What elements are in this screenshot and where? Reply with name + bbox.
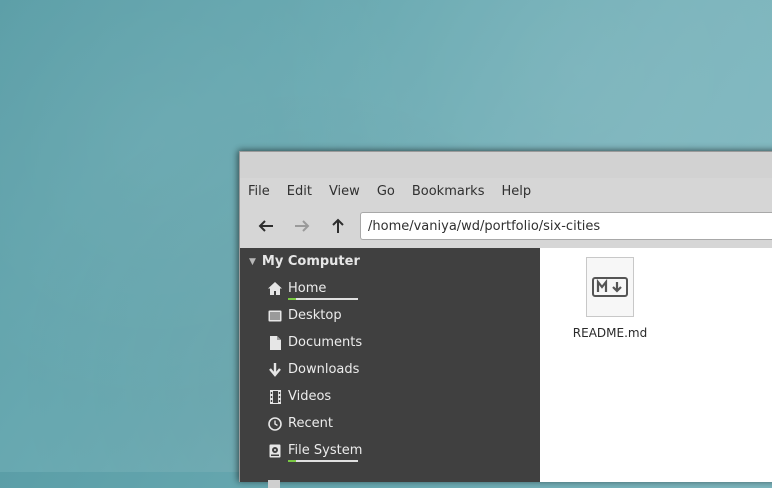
- sidebar-item-label: Recent: [288, 416, 333, 431]
- menu-go[interactable]: Go: [377, 184, 395, 199]
- sidebar-item-desktop[interactable]: Desktop: [240, 302, 540, 329]
- sidebar-item-label: File System: [288, 443, 362, 462]
- disk-usage-bar: [288, 298, 358, 300]
- section-title: My Computer: [261, 254, 360, 269]
- disk-usage-bar: [288, 460, 358, 462]
- menu-help[interactable]: Help: [501, 184, 531, 199]
- sidebar-item-label: Documents: [288, 335, 363, 350]
- sidebar-item-home[interactable]: Home: [240, 275, 540, 302]
- forward-button[interactable]: [284, 211, 320, 241]
- main-content: ▼ My Computer Home Desktop Documents Dow…: [240, 248, 772, 488]
- sidebar-item-label: Videos: [288, 389, 332, 404]
- sidebar-section-my-computer[interactable]: ▼ My Computer: [240, 248, 540, 275]
- menu-edit[interactable]: Edit: [287, 184, 312, 199]
- location-path: /home/vaniya/wd/portfolio/six-cities: [368, 218, 601, 234]
- desktop-icon: [268, 309, 282, 323]
- window-titlebar[interactable]: [240, 152, 772, 178]
- sidebar-item-recent[interactable]: Recent: [240, 410, 540, 437]
- sidebar-item-downloads[interactable]: Downloads: [240, 356, 540, 383]
- video-icon: [268, 389, 282, 404]
- sidebar: ▼ My Computer Home Desktop Documents Dow…: [240, 248, 540, 488]
- arrow-up-icon: [332, 218, 344, 233]
- location-bar[interactable]: /home/vaniya/wd/portfolio/six-cities: [360, 212, 772, 240]
- menu-view[interactable]: View: [329, 184, 360, 199]
- menu-file[interactable]: File: [248, 184, 270, 199]
- arrow-left-icon: [258, 220, 273, 232]
- trash-icon: [268, 480, 280, 488]
- sidebar-item-videos[interactable]: Videos: [240, 383, 540, 410]
- document-icon: [268, 335, 282, 350]
- sidebar-item-file-system[interactable]: File System: [240, 437, 540, 464]
- up-button[interactable]: [320, 211, 356, 241]
- toolbar: /home/vaniya/wd/portfolio/six-cities: [240, 204, 772, 249]
- back-button[interactable]: [248, 211, 284, 241]
- markdown-icon: [586, 257, 634, 317]
- collapse-triangle-icon[interactable]: ▼: [249, 257, 256, 267]
- menu-bookmarks[interactable]: Bookmarks: [412, 184, 485, 199]
- sidebar-item-documents[interactable]: Documents: [240, 329, 540, 356]
- sidebar-item-label: Desktop: [288, 308, 342, 323]
- sidebar-item-label: Downloads: [288, 362, 360, 377]
- clock-icon: [268, 416, 282, 431]
- arrow-right-icon: [295, 220, 310, 232]
- file-name: README.md: [572, 326, 648, 340]
- download-icon: [268, 362, 282, 377]
- file-manager-window: File Edit View Go Bookmarks Help /home/v…: [239, 151, 772, 488]
- home-icon: [268, 282, 282, 296]
- file-item[interactable]: README.md: [570, 257, 650, 340]
- sidebar-item-label: Home: [288, 281, 358, 300]
- menu-bar: File Edit View Go Bookmarks Help: [240, 178, 772, 204]
- file-view[interactable]: README.md: [540, 248, 772, 482]
- drive-icon: [268, 444, 282, 458]
